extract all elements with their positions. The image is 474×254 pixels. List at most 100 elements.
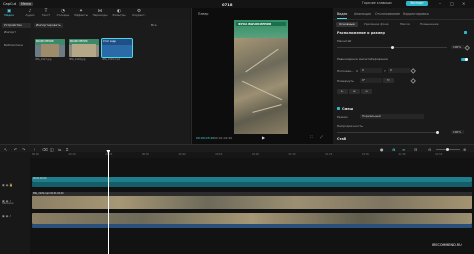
ruler-tick: 01:10 <box>288 153 296 156</box>
align-center-button[interactable]: ⇹ <box>349 89 360 94</box>
tool-audio[interactable]: ♪ Аудио <box>22 9 38 18</box>
minimize-icon[interactable]: – <box>439 1 441 6</box>
player-title: Плеер <box>198 12 209 16</box>
zoom-out-icon[interactable]: ⊖ <box>428 147 431 152</box>
split-icon[interactable]: ⫶ <box>34 147 35 152</box>
crop-icon[interactable]: ⌗ <box>66 147 68 152</box>
ruler-tick: 01:40 <box>398 153 406 156</box>
tool-label: Текст <box>41 13 51 17</box>
tool-filters[interactable]: ◐ Фильтры <box>111 9 127 18</box>
subtab-remove-bg[interactable]: Удаление фона <box>361 22 391 27</box>
pos-x-field[interactable]: 0 <box>360 68 382 73</box>
timeline-track-headers: ▣ ◉ 🔒 ▣ ◉ ♪ Обложка ▣ ◉ ♪ <box>0 152 31 254</box>
playhead[interactable] <box>108 150 109 254</box>
media-thumb[interactable]: ВЫЧИСЛЕНИЯ <box>69 39 99 57</box>
timeline-body: 00:01:02:20 IMG_0129.mp4 00:01:02:20 <box>30 158 474 254</box>
stabilize-heading: Стаб <box>337 137 347 141</box>
menu-button[interactable]: Меню <box>19 1 34 6</box>
subtab-basic[interactable]: Основные <box>336 21 358 27</box>
maximize-icon[interactable]: □ <box>450 1 454 6</box>
tab-animation[interactable]: Анимация <box>354 12 371 16</box>
mirror-icon[interactable]: ⇋ <box>58 147 61 152</box>
magnet-icon[interactable]: ⋒ <box>392 147 395 152</box>
opacity-slider[interactable] <box>337 132 437 133</box>
subtab-mask[interactable]: Маска <box>397 22 413 27</box>
thumb-filename: IMG_0128.jpg <box>69 58 86 61</box>
tab-tracking[interactable]: Отслеживание <box>375 12 400 16</box>
media-thumb[interactable]: ВЫЧИСЛЕНИЯ <box>35 39 65 57</box>
track-controls[interactable]: ▣ ◉ ♪ <box>2 214 11 218</box>
thumb-caption: ВЫЧИСЛЕНИЯ <box>36 39 54 43</box>
play-icon[interactable]: ▶ <box>262 135 265 140</box>
main-video-clip[interactable]: IMG_0129.mp4 00:01:02:20 <box>32 192 472 209</box>
shortcuts-button[interactable]: Горячие клавиши <box>362 1 392 5</box>
tool-label: Переходы <box>92 13 108 17</box>
rotate-reset-button[interactable]: ↻ <box>383 78 394 83</box>
tab-adjustment[interactable]: Корректировка <box>403 12 429 16</box>
sidebar-item-device[interactable]: Устройство <box>2 23 31 28</box>
ruler-tick: 00:30 <box>142 153 149 156</box>
tool-stickers[interactable]: ◔ Стикеры <box>55 9 71 18</box>
app-logo: CapCut <box>3 1 17 6</box>
media-filter[interactable]: Все <box>151 23 157 27</box>
pos-x-label: X <box>356 69 359 73</box>
opacity-slider-knob[interactable] <box>435 130 439 134</box>
total-duration: 00:01:02:20 <box>214 136 233 140</box>
position-label: Положен... <box>337 69 355 73</box>
opacity-value[interactable]: 100% <box>451 129 464 134</box>
overlay-clip-audio[interactable] <box>32 182 472 187</box>
track-controls[interactable]: ▣ ◉ 🔒 <box>2 183 13 187</box>
sidebar-item-import[interactable]: Импорт <box>2 30 31 35</box>
undo-icon[interactable]: ↶ <box>14 147 17 152</box>
align-left-button[interactable]: ⇤ <box>337 89 348 94</box>
tool-label: Фильтры <box>112 13 126 17</box>
sidebar-item-library[interactable]: Библиотека <box>2 43 31 48</box>
delete-icon[interactable]: ⌫ <box>42 147 48 152</box>
ruler-tick: 00:40 <box>178 153 186 156</box>
scale-label: Масштаб <box>337 39 352 43</box>
blend-mode-select[interactable]: Нормальный <box>360 114 424 119</box>
close-icon[interactable]: × <box>462 1 465 6</box>
keyframe-icon[interactable] <box>410 78 417 85</box>
media-thumb[interactable]: Стоп кадр <box>101 38 133 58</box>
scale-slider-knob[interactable] <box>390 45 394 49</box>
thumb-filename: IMG_0127.jpg <box>35 58 52 61</box>
mic-icon[interactable]: ● <box>380 147 384 152</box>
keyframe-icon[interactable] <box>464 44 471 51</box>
subtab-enhance[interactable]: Повышение <box>417 22 442 27</box>
fullscreen-icon[interactable]: ⤢ <box>320 135 323 139</box>
left-sidebar: Устройство Импорт Библиотека <box>0 20 32 144</box>
ratio-icon[interactable]: ⛶ <box>310 135 313 139</box>
preview-icon[interactable]: ⊟ <box>414 147 417 152</box>
freeze-icon[interactable]: ◫ <box>50 147 54 152</box>
inspector-subtabs: Основные Удаление фона Маска Повышение <box>333 20 474 28</box>
tab-video[interactable]: Видео <box>337 12 348 19</box>
export-button[interactable]: Экспорт <box>406 0 428 7</box>
video-preview[interactable]: ФУХА ВЫЧИСЛЕНИЯ <box>234 20 288 134</box>
redo-icon[interactable]: ↷ <box>22 147 25 152</box>
tool-transitions[interactable]: ⋈ Переходы <box>92 9 108 18</box>
player-panel: Плеер ФУХА ВЫЧИСЛЕНИЯ 00:00:03:20 00:01:… <box>191 8 334 144</box>
tool-adjust[interactable]: ⚙ Коррект. <box>131 9 147 18</box>
tool-effects[interactable]: ✦ Эффекты <box>73 9 89 18</box>
blend-section-toggle[interactable] <box>337 107 340 110</box>
watermark-text: IRECOMMEND.RU <box>432 243 462 247</box>
audio-clip[interactable] <box>32 224 472 228</box>
scale-value[interactable]: 100% <box>451 44 464 49</box>
select-icon[interactable]: ↖ <box>4 147 7 152</box>
secondary-video-clip[interactable] <box>32 213 472 224</box>
link-icon[interactable]: ∞ <box>402 147 405 152</box>
media-panel: Импортировать Все ВЫЧИСЛЕНИЯ IMG_0127.jp… <box>31 20 190 144</box>
align-right-button[interactable]: ⇥ <box>361 89 372 94</box>
zoom-slider-knob[interactable] <box>446 147 449 151</box>
import-button[interactable]: Импортировать <box>34 23 63 28</box>
tool-media[interactable]: ▣ Медиа <box>1 9 17 18</box>
uniform-scale-toggle[interactable] <box>461 57 468 61</box>
keyframe-icon[interactable] <box>410 68 417 75</box>
rotate-field[interactable]: 0° <box>360 78 382 83</box>
pos-y-field[interactable]: 0 <box>388 68 410 73</box>
tool-text[interactable]: T Текст <box>38 9 54 18</box>
zoom-in-icon[interactable]: ⊕ <box>463 147 466 152</box>
position-section-toggle[interactable] <box>464 31 467 34</box>
cover-label[interactable]: Обложка <box>2 202 13 205</box>
